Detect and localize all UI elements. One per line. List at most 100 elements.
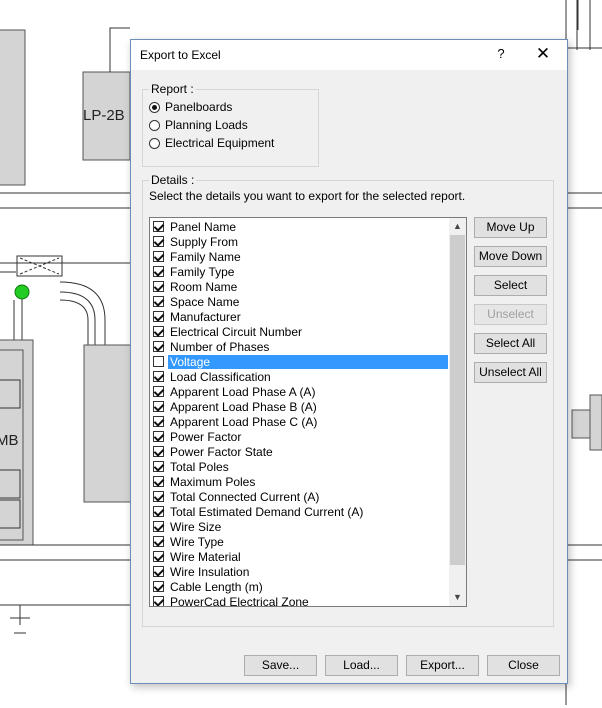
select-button[interactable]: Select [474, 275, 547, 296]
list-item[interactable]: Family Name [152, 249, 448, 264]
list-item[interactable]: Total Connected Current (A) [152, 489, 448, 504]
list-item[interactable]: Supply From [152, 234, 448, 249]
list-item[interactable]: Room Name [152, 279, 448, 294]
checkbox-checked[interactable] [153, 416, 164, 427]
list-item[interactable]: Wire Size [152, 519, 448, 534]
list-item-label: Family Name [170, 249, 241, 264]
details-checklist[interactable]: Panel Name Supply From Family Name Family T… [149, 217, 467, 607]
list-item-label: Load Classification [170, 369, 271, 384]
checkbox[interactable] [153, 356, 164, 367]
details-legend: Details : [149, 173, 197, 187]
radio-label: Electrical Equipment [165, 136, 275, 150]
list-item[interactable]: Total Poles [152, 459, 448, 474]
list-item-label: Wire Insulation [170, 564, 250, 579]
checkbox-checked[interactable] [153, 326, 164, 337]
close-button[interactable]: Close [487, 655, 560, 676]
checkbox-checked[interactable] [153, 506, 164, 517]
checkbox-checked[interactable] [153, 491, 164, 502]
close-icon[interactable]: ✕ [531, 44, 555, 66]
list-item-label: Family Type [170, 264, 235, 279]
checkbox-checked[interactable] [153, 566, 164, 577]
unselect-all-button[interactable]: Unselect All [474, 362, 547, 383]
list-item[interactable]: Voltage [152, 354, 448, 369]
list-item[interactable]: Family Type [152, 264, 448, 279]
checkbox-checked[interactable] [153, 386, 164, 397]
radio-button-checked[interactable] [149, 101, 160, 113]
select-all-button[interactable]: Select All [474, 333, 547, 354]
list-item-label: Number of Phases [170, 339, 270, 354]
radio-electrical-equipment[interactable]: Electrical Equipment [149, 135, 274, 151]
unselect-button[interactable]: Unselect [474, 304, 547, 325]
list-item[interactable]: Total Estimated Demand Current (A) [152, 504, 448, 519]
checkbox-checked[interactable] [153, 581, 164, 592]
list-item-label: Wire Size [170, 519, 222, 534]
list-item-label: Electrical Circuit Number [170, 324, 303, 339]
checkbox-checked[interactable] [153, 446, 164, 457]
checkbox-checked[interactable] [153, 401, 164, 412]
list-item[interactable]: Load Classification [152, 369, 448, 384]
checkbox-checked[interactable] [153, 461, 164, 472]
radio-label: Panelboards [165, 100, 233, 114]
checkbox-checked[interactable] [153, 431, 164, 442]
list-item-label: Manufacturer [170, 309, 241, 324]
checkbox-checked[interactable] [153, 521, 164, 532]
scroll-up-arrow-icon[interactable]: ▲ [449, 218, 466, 235]
list-item-label: Total Estimated Demand Current (A) [170, 504, 364, 519]
checkbox-checked[interactable] [153, 251, 164, 262]
list-item[interactable]: Cable Length (m) [152, 579, 448, 594]
radio-label: Planning Loads [165, 118, 248, 132]
list-item[interactable]: PowerCad Electrical Zone [152, 594, 448, 606]
list-item[interactable]: Electrical Circuit Number [152, 324, 448, 339]
list-item-label: Power Factor State [170, 444, 273, 459]
checkbox-checked[interactable] [153, 311, 164, 322]
list-item[interactable]: Manufacturer [152, 309, 448, 324]
dialog-titlebar[interactable]: Export to Excel ? ✕ [131, 40, 567, 70]
move-up-button[interactable]: Move Up [474, 217, 547, 238]
checkbox-checked[interactable] [153, 236, 164, 247]
list-item-label: Total Poles [170, 459, 229, 474]
move-down-button[interactable]: Move Down [474, 246, 547, 267]
checkbox-checked[interactable] [153, 221, 164, 232]
radio-button[interactable] [149, 119, 160, 131]
help-button[interactable]: ? [491, 46, 511, 64]
list-item[interactable]: Wire Type [152, 534, 448, 549]
scroll-thumb[interactable] [450, 235, 465, 565]
list-item[interactable]: Wire Insulation [152, 564, 448, 579]
list-item[interactable]: Apparent Load Phase B (A) [152, 399, 448, 414]
load-button[interactable]: Load... [325, 655, 398, 676]
checkbox-checked[interactable] [153, 551, 164, 562]
list-item-label: Space Name [170, 294, 240, 309]
scroll-down-arrow-icon[interactable]: ▼ [449, 589, 466, 606]
list-item[interactable]: Wire Material [152, 549, 448, 564]
list-item-label: Wire Material [170, 549, 241, 564]
export-button[interactable]: Export... [406, 655, 479, 676]
checkbox-checked[interactable] [153, 266, 164, 277]
list-item-label: Apparent Load Phase C (A) [170, 414, 318, 429]
save-button[interactable]: Save... [244, 655, 317, 676]
list-item-label: Wire Type [170, 534, 224, 549]
radio-panelboards[interactable]: Panelboards [149, 99, 232, 115]
list-item-label: Voltage [168, 354, 448, 369]
report-legend: Report : [149, 82, 196, 96]
radio-button[interactable] [149, 137, 160, 149]
dialog-title: Export to Excel [140, 48, 221, 62]
radio-planning-loads[interactable]: Planning Loads [149, 117, 248, 133]
checkbox-checked[interactable] [153, 341, 164, 352]
checkbox-checked[interactable] [153, 371, 164, 382]
checkbox-checked[interactable] [153, 476, 164, 487]
list-item-label: Supply From [170, 234, 239, 249]
list-item[interactable]: Maximum Poles [152, 474, 448, 489]
checkbox-checked[interactable] [153, 281, 164, 292]
list-item[interactable]: Power Factor State [152, 444, 448, 459]
checkbox-checked[interactable] [153, 536, 164, 547]
list-item[interactable]: Apparent Load Phase A (A) [152, 384, 448, 399]
checkbox-checked[interactable] [153, 596, 164, 606]
list-scrollbar[interactable]: ▲ ▼ [449, 218, 466, 606]
list-item[interactable]: Apparent Load Phase C (A) [152, 414, 448, 429]
list-item-label: Maximum Poles [170, 474, 256, 489]
list-item[interactable]: Power Factor [152, 429, 448, 444]
list-item[interactable]: Space Name [152, 294, 448, 309]
list-item[interactable]: Number of Phases [152, 339, 448, 354]
list-item[interactable]: Panel Name [152, 219, 448, 234]
checkbox-checked[interactable] [153, 296, 164, 307]
